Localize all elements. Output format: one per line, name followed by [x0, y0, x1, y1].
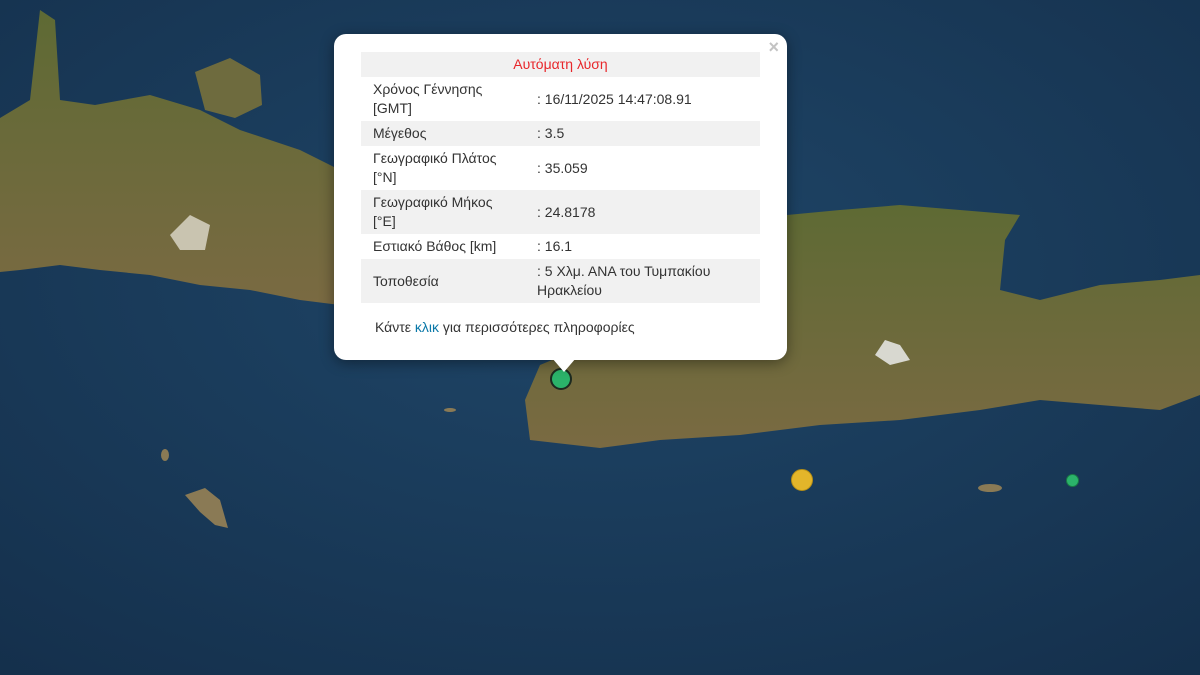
more-suffix: για περισσότερες πληροφορίες — [439, 319, 635, 335]
row-label: Γεωγραφικό Πλάτος [°N] — [361, 146, 525, 190]
row-value: : 5 Χλμ. ΑΝΑ του Τυμπακίου Ηρακλείου — [525, 259, 760, 303]
table-row: Μέγεθος : 3.5 — [361, 121, 760, 146]
row-label: Τοποθεσία — [361, 259, 525, 303]
row-value: : 3.5 — [525, 121, 760, 146]
row-label: Μέγεθος — [361, 121, 525, 146]
row-value: : 16.1 — [525, 234, 760, 259]
popup-title: Αυτόματη λύση — [361, 52, 760, 77]
table-row: Χρόνος Γέννησης [GMT] : 16/11/2025 14:47… — [361, 77, 760, 121]
row-label: Εστιακό Βάθος [km] — [361, 234, 525, 259]
close-icon[interactable]: × — [768, 38, 779, 56]
islet-2 — [978, 484, 1002, 492]
table-row: Γεωγραφικό Μήκος [°E] : 24.8178 — [361, 190, 760, 234]
quake-marker-green-east[interactable] — [1066, 474, 1079, 487]
islet-3 — [444, 408, 456, 412]
table-row: Γεωγραφικό Πλάτος [°N] : 35.059 — [361, 146, 760, 190]
quake-details-table: Αυτόματη λύση Χρόνος Γέννησης [GMT] : 16… — [361, 52, 760, 303]
row-label: Γεωγραφικό Μήκος [°E] — [361, 190, 525, 234]
row-value: : 16/11/2025 14:47:08.91 — [525, 77, 760, 121]
quake-marker-yellow[interactable] — [791, 469, 813, 491]
earthquake-info-popup: × Αυτόματη λύση Χρόνος Γέννησης [GMT] : … — [334, 34, 787, 360]
row-value: : 35.059 — [525, 146, 760, 190]
row-value: : 24.8178 — [525, 190, 760, 234]
table-row: Τοποθεσία : 5 Χλμ. ΑΝΑ του Τυμπακίου Ηρα… — [361, 259, 760, 303]
more-info-link[interactable]: κλικ — [415, 319, 439, 335]
table-row: Εστιακό Βάθος [km] : 16.1 — [361, 234, 760, 259]
more-info-text: Κάντε κλικ για περισσότερες πληροφορίες — [375, 319, 635, 335]
more-prefix: Κάντε — [375, 319, 415, 335]
row-label: Χρόνος Γέννησης [GMT] — [361, 77, 525, 121]
islet-1 — [161, 449, 169, 461]
map-view[interactable]: × Αυτόματη λύση Χρόνος Γέννησης [GMT] : … — [0, 0, 1200, 675]
popup-tip — [552, 358, 576, 372]
